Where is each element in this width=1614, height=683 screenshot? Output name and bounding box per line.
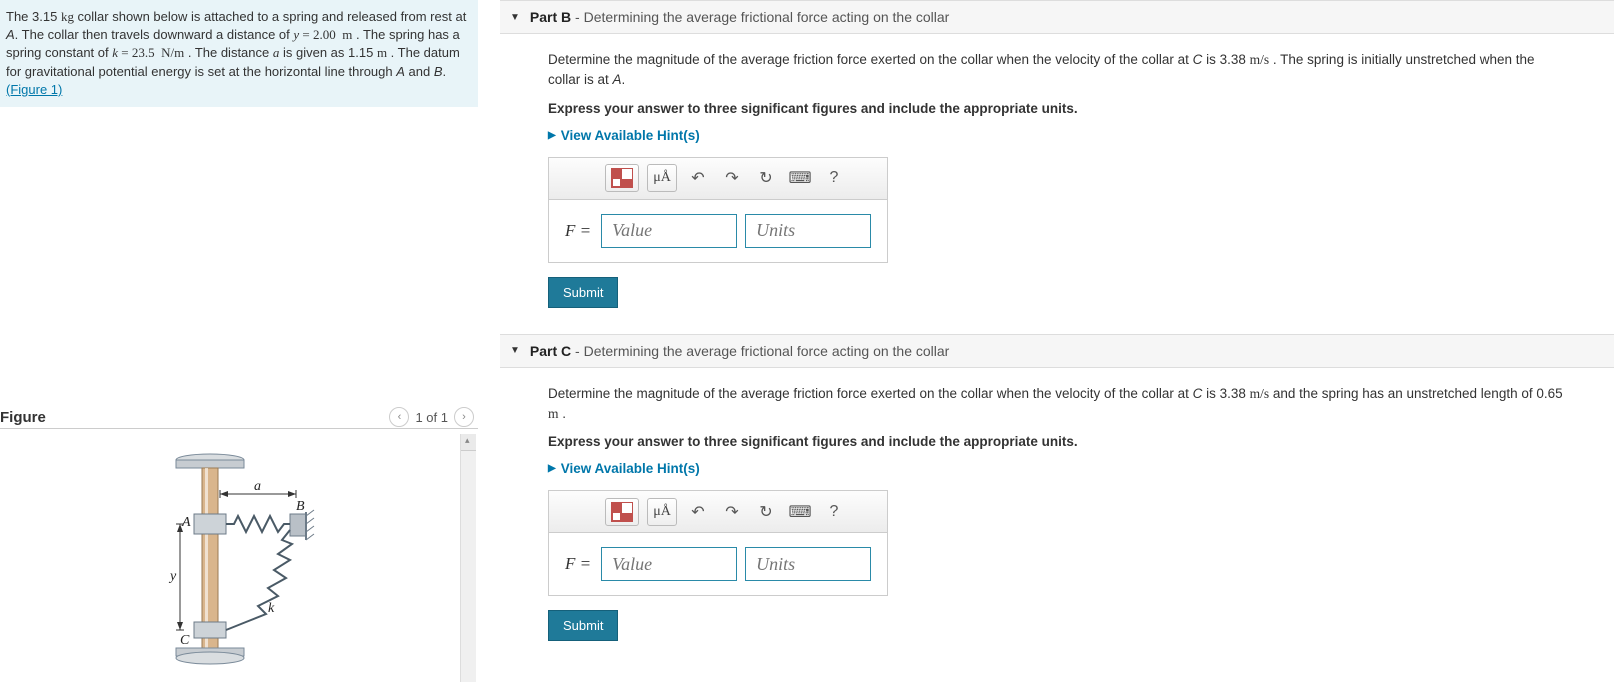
figure-nav: ‹ 1 of 1 › [389,407,474,427]
part-b-units-input[interactable] [745,214,871,248]
right-column: ▼ Part B - Determining the average frict… [500,0,1614,683]
left-column: The 3.15 kg collar shown below is attach… [0,0,478,683]
part-b-question: Determine the magnitude of the average f… [548,50,1566,91]
part-c-instruction: Express your answer to three significant… [548,434,1566,449]
help-button[interactable]: ? [821,165,847,191]
help-button[interactable]: ? [821,499,847,525]
keyboard-button[interactable]: ⌨ [787,165,813,191]
part-c-submit-button[interactable]: Submit [548,610,618,641]
template-icon [611,502,633,522]
part-b-var: F = [559,221,593,241]
template-button[interactable] [605,498,639,526]
part-b-submit-button[interactable]: Submit [548,277,618,308]
label-A: A [181,515,191,530]
part-c-header[interactable]: ▼ Part C - Determining the average frict… [500,334,1614,368]
keyboard-button[interactable]: ⌨ [787,499,813,525]
part-b-value-input[interactable] [601,214,737,248]
part-c-question: Determine the magnitude of the average f… [548,384,1566,425]
redo-button[interactable]: ↷ [719,165,745,191]
part-c-answer-box: μÅ ↶ ↷ ↻ ⌨ ? F = [548,490,888,596]
part-c-hints-text: View Available Hint(s) [561,461,700,476]
part-c-var: F = [559,554,593,574]
label-a: a [254,479,261,494]
label-C: C [180,633,190,648]
part-c-subtitle: Determining the average frictional force… [584,343,950,359]
undo-button[interactable]: ↶ [685,165,711,191]
part-c-body: Determine the magnitude of the average f… [500,368,1614,662]
part-b-toolbar: μÅ ↶ ↷ ↻ ⌨ ? [549,158,887,200]
redo-button[interactable]: ↷ [719,499,745,525]
part-c-hints-link[interactable]: ▶ View Available Hint(s) [548,461,700,476]
label-k: k [268,601,275,616]
caret-right-icon: ▶ [548,463,556,474]
figure-next-button[interactable]: › [454,407,474,427]
label-y: y [168,569,177,584]
problem-statement: The 3.15 kg collar shown below is attach… [0,0,478,107]
label-B: B [296,499,305,514]
part-b-instruction: Express your answer to three significant… [548,101,1566,116]
reset-button[interactable]: ↻ [753,499,779,525]
figure-title: Figure [0,409,46,426]
collapse-icon: ▼ [510,12,520,23]
figure-prev-button[interactable]: ‹ [389,407,409,427]
figure-scrollbar[interactable] [460,434,476,682]
part-b-subtitle: Determining the average frictional force… [584,9,950,25]
part-b-answer-box: μÅ ↶ ↷ ↻ ⌨ ? F = [548,157,888,263]
part-b-label: Part B [530,9,571,25]
problem-text: The 3.15 kg collar shown below is attach… [6,9,466,79]
part-c-units-input[interactable] [745,547,871,581]
part-c-answer-row: F = [549,533,887,595]
part-b-hints-text: View Available Hint(s) [561,128,700,143]
reset-button[interactable]: ↻ [753,165,779,191]
figure-diagram: a y A B k C [150,444,350,674]
greek-button[interactable]: μÅ [647,164,677,192]
undo-button[interactable]: ↶ [685,499,711,525]
caret-right-icon: ▶ [548,130,556,141]
figure-area: a y A B k C [0,434,476,683]
figure-divider [0,428,478,429]
part-b-body: Determine the magnitude of the average f… [500,34,1614,328]
part-b-header[interactable]: ▼ Part B - Determining the average frict… [500,0,1614,34]
figure-counter: 1 of 1 [415,410,448,425]
part-c-value-input[interactable] [601,547,737,581]
part-c-label: Part C [530,343,571,359]
figure-link[interactable]: (Figure 1) [6,82,62,97]
template-button[interactable] [605,164,639,192]
part-c-toolbar: μÅ ↶ ↷ ↻ ⌨ ? [549,491,887,533]
part-b-answer-row: F = [549,200,887,262]
part-b-hints-link[interactable]: ▶ View Available Hint(s) [548,128,700,143]
collapse-icon: ▼ [510,345,520,356]
template-icon [611,168,633,188]
greek-button[interactable]: μÅ [647,498,677,526]
